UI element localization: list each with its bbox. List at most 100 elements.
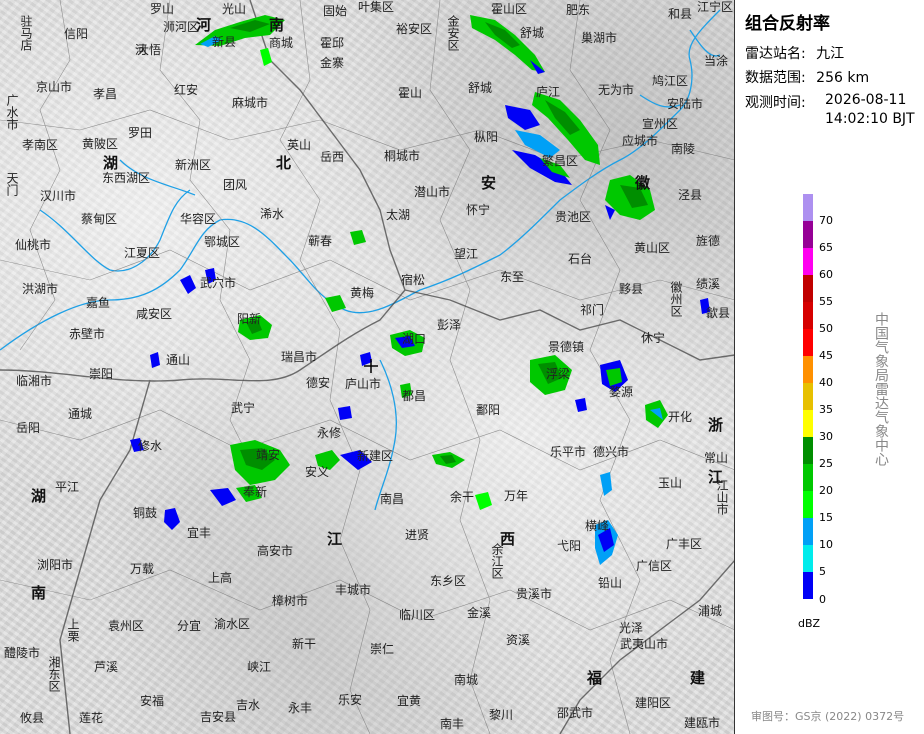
city-label: 繁昌区 (542, 154, 579, 168)
city-label: 团风 (223, 178, 248, 192)
city-label: 横峰 (585, 519, 610, 533)
province-label: 建 (690, 669, 706, 687)
city-label: 歙县 (706, 306, 731, 320)
city-label: 樟树市 (272, 594, 309, 608)
city-label: 常山 (704, 451, 729, 465)
legend-swatch (803, 248, 813, 275)
city-label: 建瓯市 (684, 716, 721, 730)
city-label: 玉山 (658, 476, 683, 490)
city-label: 安陆市 (667, 97, 704, 111)
city-label: 吉安县 (200, 710, 237, 724)
city-label: 余干 (450, 490, 475, 504)
legend-swatch (803, 302, 813, 329)
city-label: 京山市 (36, 80, 73, 94)
legend-unit: dBZ (798, 617, 821, 630)
legend-label: 40 (819, 376, 833, 389)
radar-map[interactable]: 湖 北 安 徽 河 南 浙 江 湖 南 江 西 福 建 罗山 光山 固始 叶集区… (0, 0, 735, 734)
city-label: 浦城 (698, 604, 723, 618)
city-label: 丰城市 (335, 583, 372, 597)
legend-swatch (803, 518, 813, 545)
legend-label: 55 (819, 295, 833, 308)
city-label: 上高 (208, 571, 233, 585)
city-label: 进贤 (405, 528, 430, 542)
city-label: 东西湖区 (102, 171, 151, 185)
legend-label: 25 (819, 457, 833, 470)
city-label: 新县 (212, 35, 237, 49)
city-label: 武宁 (231, 401, 256, 415)
city-label: 麻城市 (232, 96, 269, 110)
city-label: 嘉鱼 (86, 296, 111, 310)
city-label: 峡江 (247, 660, 272, 674)
city-label: 赤壁市 (69, 327, 106, 341)
city-label: 休宁 (641, 331, 666, 345)
province-label: 湖 (103, 154, 119, 172)
city-label: 商城 (269, 36, 294, 50)
legend-label: 65 (819, 241, 833, 254)
province-border-hubei-jiangxi (0, 289, 406, 382)
city-label: 绩溪 (696, 277, 721, 291)
province-label: 江 (327, 530, 343, 548)
city-label: 通山 (166, 353, 191, 367)
legend-label: 5 (819, 565, 826, 578)
city-label: 袁州区 (108, 619, 145, 633)
city-label: 鸠江区 (652, 74, 689, 88)
legend-label: 45 (819, 349, 833, 362)
station-value: 九江 (816, 46, 845, 62)
city-label: 吉水 (236, 698, 261, 712)
city-label: 开化 (668, 410, 693, 424)
city-label: 鄱阳 (476, 403, 501, 417)
city-label: 南昌 (380, 492, 405, 506)
city-label: 彭泽 (437, 318, 462, 332)
city-label: 大悟 (137, 43, 162, 57)
city-label: 南丰 (440, 717, 465, 731)
province-label: 福 (587, 669, 603, 687)
city-label: 芦溪 (94, 660, 119, 674)
city-label: 无为市 (598, 83, 635, 97)
city-label: 南陵 (671, 142, 696, 156)
legend-swatch (803, 464, 813, 491)
city-label: 醴陵市 (4, 646, 41, 660)
city-label: 宜丰 (187, 526, 212, 540)
city-label: 德兴市 (593, 445, 630, 459)
city-label: 巢湖市 (581, 31, 618, 45)
city-label: 新干 (292, 637, 317, 651)
city-label: 孝昌 (93, 87, 118, 101)
range-value: 256 km (816, 70, 870, 86)
city-label: 靖安 (256, 448, 281, 462)
city-label: 修水 (138, 439, 163, 453)
city-label: 湖口 (402, 332, 427, 346)
city-label: 平江 (55, 480, 80, 494)
city-label: 浠水 (260, 207, 285, 221)
legend-swatch (803, 572, 813, 599)
city-label: 英山 (287, 138, 312, 152)
province-label: 安 (481, 174, 497, 192)
province-label: 浙 (708, 416, 724, 434)
city-label: 徽州区 (669, 281, 683, 317)
province-label: 湖 (31, 487, 47, 505)
city-label: 固始 (323, 4, 348, 18)
city-label: 安义 (305, 465, 330, 479)
product-title: 组合反射率 (745, 14, 830, 34)
range-row: 数据范围: 256 km (745, 67, 869, 87)
city-label: 金安区 (446, 15, 460, 51)
city-label: 庐江 (536, 85, 561, 99)
city-label: 舒城 (468, 81, 493, 95)
station-row: 雷达站名: 九江 (745, 43, 844, 63)
city-label: 孝南区 (22, 138, 59, 152)
city-label: 旌德 (696, 234, 721, 248)
time-date: 2026-08-11 (825, 92, 907, 108)
city-label: 霍山区 (491, 2, 528, 16)
province-label: 徽 (635, 174, 651, 192)
city-label: 广水市 (5, 94, 19, 130)
city-label: 江宁区 (697, 0, 734, 14)
city-label: 安福 (140, 694, 165, 708)
city-label: 黟县 (619, 282, 644, 296)
city-label: 华容区 (180, 212, 217, 226)
city-label: 崇阳 (89, 367, 114, 381)
city-label: 铜鼓 (133, 506, 158, 520)
city-label: 罗田 (128, 126, 153, 140)
city-label: 洪湖市 (22, 282, 59, 296)
city-label: 江夏区 (124, 246, 161, 260)
legend-label: 10 (819, 538, 833, 551)
city-label: 岳阳 (16, 421, 41, 435)
